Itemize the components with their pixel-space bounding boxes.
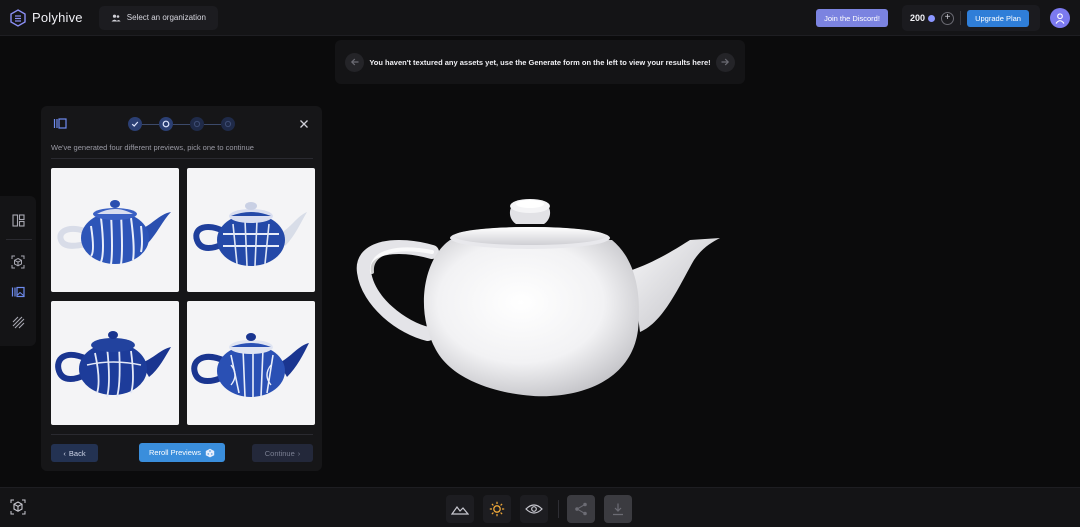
upgrade-plan-button[interactable]: Upgrade Plan: [967, 9, 1030, 27]
step-connector: [204, 124, 221, 125]
continue-button[interactable]: Continue ›: [252, 444, 313, 462]
share-icon: [575, 502, 587, 516]
layout-icon: [11, 213, 25, 227]
back-button[interactable]: ‹ Back: [51, 444, 98, 462]
previous-button[interactable]: [345, 52, 364, 72]
eye-icon: [525, 504, 543, 514]
teapot-preview-image: [193, 202, 307, 267]
step-3-pending: [190, 117, 204, 131]
hatch-tool-button[interactable]: [10, 314, 26, 330]
step-indicator: [128, 117, 236, 131]
select-organization-button[interactable]: Select an organization: [98, 5, 218, 30]
reroll-previews-button[interactable]: Reroll Previews: [139, 443, 225, 462]
continue-label: Continue: [264, 448, 295, 458]
preview-selection-panel: We've generated four different previews,…: [41, 106, 322, 471]
org-button-label: Select an organization: [126, 13, 206, 22]
step-connector: [142, 124, 159, 125]
avatar[interactable]: [1050, 8, 1070, 28]
preview-option-3[interactable]: [51, 301, 179, 425]
preview-option-4[interactable]: [187, 301, 315, 425]
teapot-preview-image: [191, 333, 309, 398]
cube-scan-icon: [11, 255, 25, 269]
users-icon: [111, 14, 121, 21]
credits-box: 200 + Upgrade Plan: [902, 5, 1040, 31]
teapot-preview-image: [57, 200, 171, 265]
share-button[interactable]: [567, 495, 595, 523]
texture-tool-button[interactable]: [10, 284, 26, 300]
chevron-left-icon: ‹: [63, 448, 66, 458]
user-icon: [1055, 12, 1065, 24]
top-bar: Polyhive Select an organization Join the…: [0, 0, 1080, 36]
sun-icon: [489, 501, 505, 517]
teapot-preview-image: [55, 331, 171, 398]
empty-results-notice: You haven't textured any assets yet, use…: [335, 40, 745, 84]
step-1-done: [128, 117, 142, 131]
credit-coin-icon: [928, 14, 936, 22]
cube-logo-button[interactable]: [9, 498, 27, 521]
join-discord-button[interactable]: Join the Discord!: [816, 9, 888, 27]
texture-icon: [53, 118, 67, 129]
divider: [558, 500, 559, 518]
environment-button[interactable]: [446, 495, 474, 523]
cube-icon: [10, 499, 26, 515]
divider: [960, 11, 962, 25]
preview-option-1[interactable]: [51, 168, 179, 292]
bottom-toolbar: [0, 487, 1080, 527]
next-button[interactable]: [715, 52, 735, 72]
close-icon[interactable]: [298, 118, 310, 130]
divider: [51, 158, 313, 159]
arrow-left-icon: [350, 58, 358, 66]
download-icon: [613, 503, 623, 516]
brand[interactable]: Polyhive: [10, 8, 83, 27]
add-credits-button[interactable]: +: [941, 11, 955, 25]
divider: [51, 434, 313, 435]
teapot-model: [356, 199, 720, 397]
arrow-right-icon: [721, 58, 730, 66]
texture-icon: [11, 286, 25, 298]
chevron-right-icon: ›: [297, 448, 301, 458]
step-2-current: [159, 117, 173, 131]
landscape-icon: [451, 505, 469, 515]
panel-subtitle: We've generated four different previews,…: [51, 143, 254, 152]
tool-sidebar: [0, 196, 36, 346]
ring-icon: [224, 120, 232, 128]
brand-name: Polyhive: [32, 10, 83, 25]
dice-icon: [205, 448, 215, 457]
step-connector: [173, 124, 190, 125]
ring-icon: [193, 120, 201, 128]
visibility-button[interactable]: [520, 495, 548, 523]
check-icon: [131, 121, 139, 127]
hatch-icon: [12, 316, 24, 328]
ring-icon: [162, 120, 170, 128]
layout-tool-button[interactable]: [10, 212, 26, 228]
back-label: Back: [68, 448, 86, 458]
notice-text: You haven't textured any assets yet, use…: [369, 57, 711, 67]
credits-value: 200: [910, 13, 926, 23]
download-button[interactable]: [604, 495, 632, 523]
lighting-button[interactable]: [483, 495, 511, 523]
reroll-label: Reroll Previews: [148, 448, 202, 457]
tool-divider: [6, 239, 32, 240]
cube-scan-tool-button[interactable]: [10, 254, 26, 270]
polyhive-logo-icon: [10, 8, 26, 27]
step-4-pending: [221, 117, 235, 131]
model-viewport[interactable]: [340, 180, 740, 410]
preview-option-2[interactable]: [187, 168, 315, 292]
